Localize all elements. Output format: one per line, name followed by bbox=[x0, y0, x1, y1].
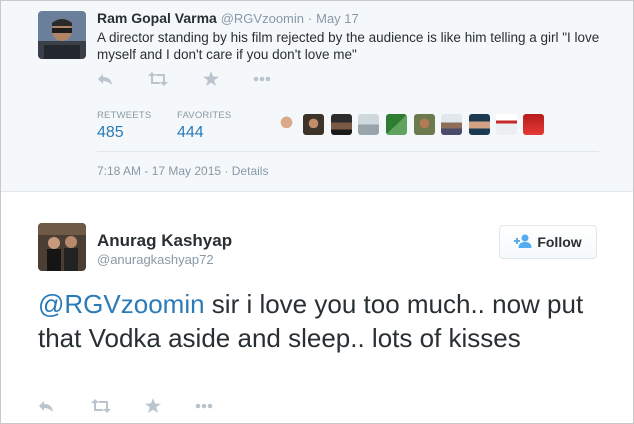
avatar[interactable] bbox=[38, 11, 86, 59]
more-icon[interactable] bbox=[253, 76, 271, 82]
retweets-count: 485 bbox=[97, 124, 124, 141]
divider bbox=[97, 151, 599, 152]
avatar[interactable] bbox=[38, 223, 86, 271]
follow-button[interactable]: Follow bbox=[499, 225, 597, 259]
display-name[interactable]: Anurag Kashyap bbox=[97, 231, 232, 251]
handle[interactable]: @anuragkashyap72 bbox=[97, 252, 214, 267]
meta-separator: · bbox=[224, 164, 229, 178]
reply-icon[interactable] bbox=[97, 72, 113, 86]
avatar[interactable] bbox=[414, 114, 435, 135]
avatar[interactable] bbox=[496, 114, 517, 135]
date-separator: · bbox=[307, 11, 313, 26]
avatar[interactable] bbox=[303, 114, 324, 135]
display-name[interactable]: Ram Gopal Varma bbox=[97, 10, 217, 26]
follow-icon bbox=[514, 234, 532, 251]
favorites-label: FAVORITES bbox=[177, 110, 232, 121]
follow-label: Follow bbox=[537, 234, 582, 250]
favorites-count: 444 bbox=[177, 124, 204, 141]
reply-icon[interactable] bbox=[38, 399, 54, 413]
retweets-label: RETWEETS bbox=[97, 110, 152, 121]
more-icon[interactable] bbox=[195, 403, 213, 409]
avatar[interactable] bbox=[386, 114, 407, 135]
retweet-icon[interactable] bbox=[148, 72, 168, 86]
tweet-screenshot-frame: Ram Gopal Varma @RGVzoomin · May 17 A di… bbox=[0, 0, 634, 424]
timestamp: 7:18 AM - 17 May 2015 bbox=[97, 164, 222, 178]
tweet-timestamp-row: 7:18 AM - 17 May 2015 · Details bbox=[97, 164, 268, 178]
favorite-icon[interactable] bbox=[203, 71, 219, 86]
avatar[interactable] bbox=[358, 114, 379, 135]
handle[interactable]: @RGVzoomin bbox=[221, 11, 304, 26]
retweet-icon[interactable] bbox=[91, 399, 111, 413]
tweet-text: A director standing by his film rejected… bbox=[97, 30, 600, 62]
avatar[interactable] bbox=[331, 114, 352, 135]
expanded-tweet: Ram Gopal Varma @RGVzoomin · May 17 A di… bbox=[1, 1, 633, 192]
avatar[interactable] bbox=[523, 114, 544, 135]
avatar[interactable] bbox=[469, 114, 490, 135]
details-link[interactable]: Details bbox=[232, 164, 269, 178]
mention-link[interactable]: @RGVzoomin bbox=[38, 289, 205, 319]
favorite-icon[interactable] bbox=[145, 398, 161, 413]
retweets-stat[interactable]: RETWEETS 485 bbox=[97, 110, 151, 142]
avatar[interactable] bbox=[441, 114, 462, 135]
tweet-date[interactable]: May 17 bbox=[316, 11, 359, 26]
tweet-text: @RGVzoomin sir i love you too much.. now… bbox=[38, 287, 618, 355]
avatar[interactable] bbox=[276, 114, 297, 135]
tweet-header: Ram Gopal Varma @RGVzoomin · May 17 bbox=[97, 10, 359, 26]
favorites-stat[interactable]: FAVORITES 444 bbox=[177, 110, 231, 142]
